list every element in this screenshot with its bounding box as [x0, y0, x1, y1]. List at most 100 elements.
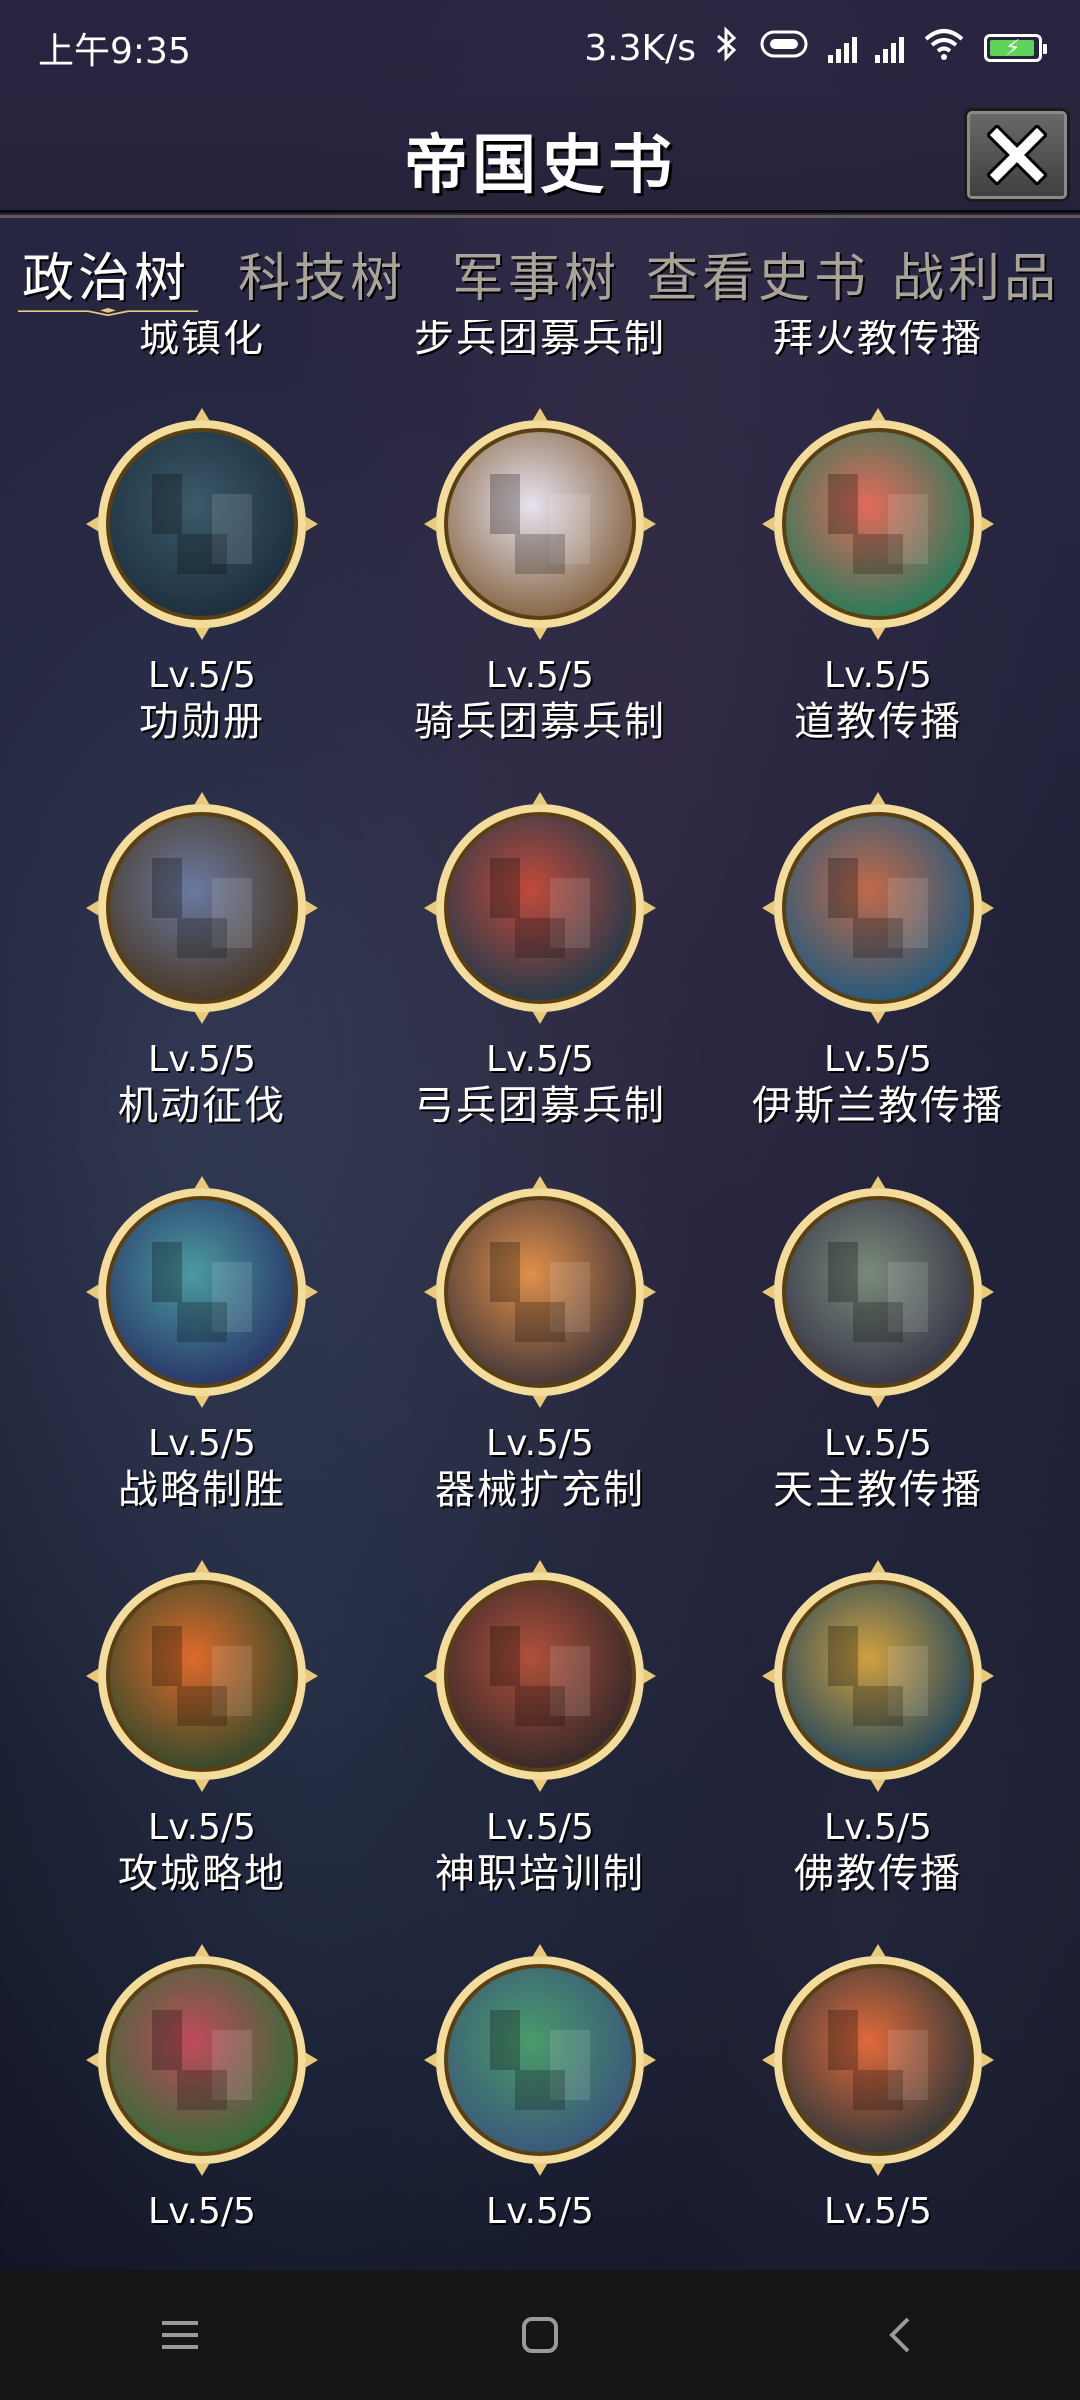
medal-frame: [424, 408, 656, 640]
tech-item[interactable]: Lv.5/5: [708, 1940, 1048, 2234]
medal-frame: [86, 408, 318, 640]
back-button[interactable]: [860, 2295, 940, 2375]
menu-icon: [162, 2321, 198, 2349]
tech-item[interactable]: Lv.5/5 佛教传播: [708, 1556, 1048, 1898]
tech-name: 伊斯兰教传播: [752, 1083, 1004, 1129]
medal-frame: [86, 1944, 318, 2176]
tech-medal-icon: [758, 1556, 998, 1796]
status-icons: 3.3K/s ⚡: [584, 25, 1047, 71]
tech-item[interactable]: Lv.5/5拜火教传播: [708, 320, 1048, 362]
tech-item[interactable]: Lv.5/5 机动征伐: [32, 788, 372, 1130]
tech-name: 道教传播: [794, 699, 962, 745]
tech-name: 天主教传播: [773, 1467, 983, 1513]
tab-spoils[interactable]: 战利品: [892, 236, 1060, 311]
tech-name: 机动征伐: [118, 1083, 286, 1129]
tech-item[interactable]: Lv.5/5 器械扩充制: [370, 1172, 710, 1514]
medal-frame: [424, 1560, 656, 1792]
tab-politics[interactable]: 政治树: [22, 236, 190, 311]
tech-item[interactable]: Lv.5/5 天主教传播: [708, 1172, 1048, 1514]
tech-medal-icon: [420, 1172, 660, 1412]
active-tab-indicator: [18, 308, 198, 316]
tech-level: Lv.5/5: [824, 655, 932, 696]
tech-level: Lv.5/5: [824, 2191, 932, 2232]
signal-hd-icon: [828, 33, 857, 63]
bluetooth-icon: [714, 25, 740, 71]
tech-item[interactable]: Lv.5/5 功勋册: [32, 404, 372, 746]
tech-medal-icon: [82, 1172, 322, 1412]
close-icon: [987, 125, 1047, 185]
close-button[interactable]: [964, 108, 1070, 202]
header-divider: [0, 215, 1080, 218]
tab-bar: 政治树 科技树 军事树 查看史书 战利品: [0, 222, 1080, 332]
tech-medal-icon: [758, 1940, 998, 2180]
tech-level: Lv.5/5: [824, 1039, 932, 1080]
tech-level: Lv.5/5: [824, 1423, 932, 1464]
tech-medal-icon: [758, 788, 998, 1028]
tech-level: Lv.5/5: [486, 1039, 594, 1080]
tech-medal-icon: [758, 1172, 998, 1412]
tech-item[interactable]: Lv.5/5: [370, 1940, 710, 2234]
tech-item[interactable]: Lv.5/5 伊斯兰教传播: [708, 788, 1048, 1130]
tech-name: 城镇化: [139, 320, 265, 361]
tech-medal-icon: [420, 788, 660, 1028]
tech-item[interactable]: Lv.5/5 弓兵团募兵制: [370, 788, 710, 1130]
network-speed: 3.3K/s: [584, 27, 696, 69]
menu-button[interactable]: [140, 2295, 220, 2375]
tech-item[interactable]: Lv.5/5: [32, 1940, 372, 2234]
tech-name: 骑兵团募兵制: [414, 699, 666, 745]
tech-name: 器械扩充制: [435, 1467, 645, 1513]
tech-name: 弓兵团募兵制: [414, 1083, 666, 1129]
medal-frame: [762, 1560, 994, 1792]
tech-level: Lv.5/5: [148, 655, 256, 696]
app-screen: 上午9:35 3.3K/s ⚡ 帝国史书 政治树 科技树 军事树 查看史书 战利…: [0, 0, 1080, 2400]
tech-item[interactable]: Lv.5/5步兵团募兵制: [370, 320, 710, 362]
back-icon: [889, 2317, 910, 2353]
tech-level: Lv.5/5: [148, 1423, 256, 1464]
medal-frame: [762, 408, 994, 640]
tab-military[interactable]: 军事树: [452, 236, 620, 311]
tech-medal-icon: [82, 1940, 322, 2180]
tech-item[interactable]: Lv.5/5城镇化: [32, 320, 372, 362]
tech-medal-icon: [420, 1940, 660, 2180]
tech-item[interactable]: Lv.5/5 战略制胜: [32, 1172, 372, 1514]
tech-name: 神职培训制: [435, 1851, 645, 1897]
tech-level: Lv.5/5: [486, 2191, 594, 2232]
tech-name: 战略制胜: [118, 1467, 286, 1513]
tech-item[interactable]: Lv.5/5 神职培训制: [370, 1556, 710, 1898]
tech-item[interactable]: Lv.5/5 骑兵团募兵制: [370, 404, 710, 746]
tab-history-book[interactable]: 查看史书: [646, 236, 870, 311]
tech-name: 功勋册: [139, 699, 265, 745]
signal-hd-icon: [875, 33, 904, 63]
tech-name: 攻城略地: [118, 1851, 286, 1897]
medal-frame: [762, 1176, 994, 1408]
tech-level: Lv.5/5: [824, 1807, 932, 1848]
system-nav-bar: [0, 2270, 1080, 2400]
tab-technology[interactable]: 科技树: [238, 236, 406, 311]
medal-frame: [762, 792, 994, 1024]
medal-frame: [86, 792, 318, 1024]
status-bar: 上午9:35 3.3K/s ⚡: [0, 0, 1080, 96]
home-icon: [522, 2317, 558, 2353]
page-header: 帝国史书: [0, 96, 1080, 218]
tech-item[interactable]: Lv.5/5 道教传播: [708, 404, 1048, 746]
tech-medal-icon: [82, 788, 322, 1028]
tech-grid-scroll[interactable]: Lv.5/5城镇化Lv.5/5步兵团募兵制Lv.5/5拜火教传播Lv.5/5功勋…: [0, 320, 1080, 2260]
tech-name: 拜火教传播: [773, 320, 983, 361]
tech-medal-icon: [420, 404, 660, 644]
tech-item[interactable]: Lv.5/5 攻城略地: [32, 1556, 372, 1898]
medal-frame: [424, 1944, 656, 2176]
battery-charging-icon: ⚡: [984, 34, 1047, 62]
tech-level: Lv.5/5: [486, 1807, 594, 1848]
vibrate-icon: [758, 28, 810, 69]
medal-frame: [424, 792, 656, 1024]
tech-medal-icon: [420, 1556, 660, 1796]
tech-level: Lv.5/5: [486, 655, 594, 696]
tech-level: Lv.5/5: [486, 1423, 594, 1464]
medal-frame: [424, 1176, 656, 1408]
status-time: 上午9:35: [38, 31, 191, 72]
home-button[interactable]: [500, 2295, 580, 2375]
page-title: 帝国史书: [404, 129, 676, 203]
tech-medal-icon: [758, 404, 998, 644]
medal-frame: [86, 1176, 318, 1408]
medal-frame: [762, 1944, 994, 2176]
